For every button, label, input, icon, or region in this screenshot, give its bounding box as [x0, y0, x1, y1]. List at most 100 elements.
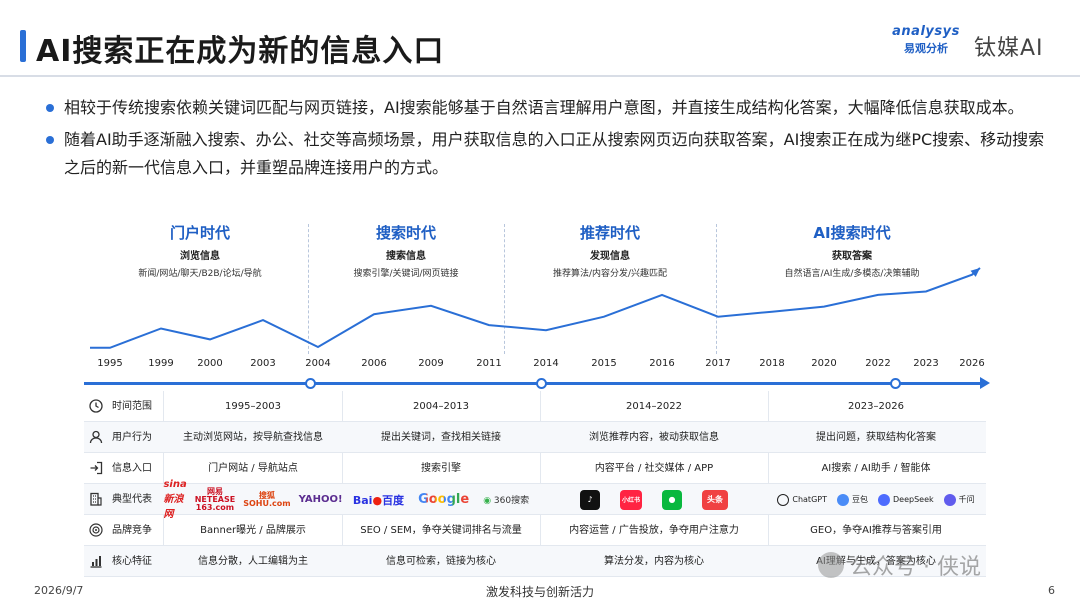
table-cell: 算法分发，内容为核心 [604, 556, 704, 567]
user-icon [88, 429, 104, 445]
analysys-logo-cn: 易观分析 [904, 42, 948, 55]
era-divider [504, 224, 505, 354]
table-cell: 2023–2026 [848, 401, 904, 412]
header-divider [0, 75, 1080, 77]
table-row: 典型代表 sina新浪网 网易 NETEASE 163.com 搜狐 SOHU.com… [84, 479, 986, 520]
qianwen-icon [943, 493, 956, 506]
bullet-item: 随着AI助手逐渐融入搜索、办公、社交等高频场景，用户获取信息的入口正从搜索网页迈… [46, 126, 1046, 182]
baidu-logo: Bai●百度 [353, 492, 404, 508]
chatgpt-icon [777, 493, 790, 506]
table-cell: 提出问题，获取结构化答案 [816, 432, 936, 443]
table-cell: 主动浏览网站，按导航查找信息 [183, 432, 323, 443]
qianwen-logo: 千问 [943, 493, 975, 506]
page-number: 6 [1048, 584, 1055, 597]
bullet-list: 相较于传统搜索依赖关键词匹配与网页链接，AI搜索能够基于自然语言理解用户意图，并… [46, 94, 1046, 186]
table-cell: 门户网站 / 导航站点 [208, 463, 298, 474]
row-label: 典型代表 [112, 494, 152, 505]
bullet-text: 随着AI助手逐渐融入搜索、办公、社交等高频场景，用户获取信息的入口正从搜索网页迈… [64, 130, 1045, 177]
bullet-text: 相较于传统搜索依赖关键词匹配与网页链接，AI搜索能够基于自然语言理解用户意图，并… [64, 98, 1024, 117]
era-ai-search: AI搜索时代 获取答案 自然语言/AI生成/多模态/决策辅助 [762, 222, 942, 279]
table-row: 信息入口 门户网站 / 导航站点 搜索引擎 内容平台 / 社交媒体 / APP … [84, 453, 986, 484]
year-label: 2022 [865, 358, 891, 369]
toutiao-icon: 头条 [702, 489, 728, 510]
era-subtitle: 浏览信息 [180, 251, 220, 262]
ai-brands: ChatGPT 豆包 DeepSeek 千问 [768, 484, 984, 515]
wechat-icon: 微信● [662, 489, 682, 510]
title-accent-bar [20, 30, 26, 62]
table-cell: 提出关键词，查找相关链接 [381, 432, 501, 443]
era-search: 搜索时代 搜索信息 搜索引擎/关键词/网页链接 [316, 222, 496, 279]
xiaohongshu-icon: 小红书 [620, 489, 642, 510]
deepseek-icon [877, 493, 890, 506]
era-divider [716, 224, 717, 354]
table-cell: SEO / SEM，争夺关键词排名与流量 [360, 525, 522, 536]
qianwen-label: 千问 [958, 495, 975, 504]
era-keywords: 新闻/网站/聊天/B2B/论坛/导航 [138, 269, 262, 279]
target-icon [88, 522, 104, 538]
bullet-dot [46, 136, 54, 144]
year-label: 2006 [361, 358, 387, 369]
year-label: 2016 [649, 358, 675, 369]
netease-logo: 网易 NETEASE 163.com [195, 487, 236, 512]
toutiao-label: 头条 [707, 495, 723, 504]
page-title: AI搜索正在成为新的信息入口 [36, 34, 445, 69]
year-label: 2003 [250, 358, 276, 369]
year-label: 2018 [759, 358, 785, 369]
360-logo: ◉ 360搜索 [483, 496, 530, 506]
chatgpt-label: ChatGPT [792, 495, 827, 504]
year-label: 2004 [305, 358, 331, 369]
watermark-avatar-icon [818, 552, 844, 578]
year-label: 2014 [533, 358, 559, 369]
era-title: 搜索时代 [375, 224, 436, 242]
analysys-logo-text: analysys [892, 24, 960, 39]
era-keywords: 自然语言/AI生成/多模态/决策辅助 [784, 269, 920, 279]
table-cell: 内容平台 / 社交媒体 / APP [594, 463, 714, 474]
baidu-paw-icon: ● [372, 493, 383, 507]
deepseek-label: DeepSeek [892, 495, 934, 504]
year-label: 1995 [97, 358, 123, 369]
trend-line [90, 267, 981, 349]
era-keywords: 推荐算法/内容分发/兴趣匹配 [552, 269, 668, 279]
partner-logo: 钛媒AI [974, 36, 1044, 61]
clock-icon [88, 398, 104, 414]
footer-date: 2026/9/7 [34, 584, 84, 597]
table-row: 品牌竞争 Banner曝光 / 品牌展示 SEO / SEM，争夺关键词排名与流… [84, 515, 986, 546]
table-cell: GEO，争夺AI推荐与答案引用 [810, 525, 942, 536]
google-logo-text: Google [418, 492, 470, 507]
row-label: 核心特征 [112, 556, 152, 567]
table-cell: 信息可检索，链接为核心 [386, 556, 496, 567]
360-logo-text: 360搜索 [493, 496, 530, 506]
year-label: 1999 [148, 358, 174, 369]
era-title: AI搜索时代 [813, 224, 891, 242]
era-keywords: 搜索引擎/关键词/网页链接 [353, 269, 459, 279]
era-divider [308, 224, 309, 354]
analysys-logo: analysys 易观分析 [890, 24, 962, 60]
year-label: 2023 [913, 358, 939, 369]
bar-chart-icon [88, 553, 104, 569]
year-label: 2011 [476, 358, 502, 369]
baidu-logo-cn: 百度 [382, 493, 405, 507]
entrance-icon [88, 460, 104, 476]
row-label: 用户行为 [112, 432, 152, 443]
era-recommend: 推荐时代 发现信息 推荐算法/内容分发/兴趣匹配 [520, 222, 700, 279]
table-row: 时间范围 1995–2003 2004–2013 2014–2022 2023–… [84, 391, 986, 422]
era-subtitle: 搜索信息 [386, 251, 426, 262]
year-label: 2017 [705, 358, 731, 369]
table-row: 用户行为 主动浏览网站，按导航查找信息 提出关键词，查找相关链接 浏览推荐内容，… [84, 422, 986, 453]
doubao-logo: 豆包 [836, 493, 868, 506]
recommend-brands: 抖音♪ 小红书 微信● 头条 [540, 484, 768, 515]
year-label: 2000 [197, 358, 223, 369]
trend-arrow [970, 268, 980, 277]
era-title: 门户时代 [169, 224, 230, 242]
sina-logo: sina新浪网 [163, 479, 187, 520]
table-cell: 内容运营 / 广告投放，争夺用户注意力 [569, 525, 739, 536]
baidu-logo-en: Bai [352, 493, 373, 507]
chatgpt-logo: ChatGPT [777, 493, 827, 506]
xiaohongshu-label: 小红书 [621, 497, 640, 504]
table-cell: 浏览推荐内容，被动获取信息 [589, 432, 719, 443]
netease-logo-url: 163.com [195, 502, 235, 512]
sohu-logo-en: SOHU.com [243, 498, 291, 508]
row-label: 品牌竞争 [112, 525, 152, 536]
table-cell: 信息分散，人工编辑为主 [198, 556, 308, 567]
timeline-arrow [980, 377, 990, 389]
